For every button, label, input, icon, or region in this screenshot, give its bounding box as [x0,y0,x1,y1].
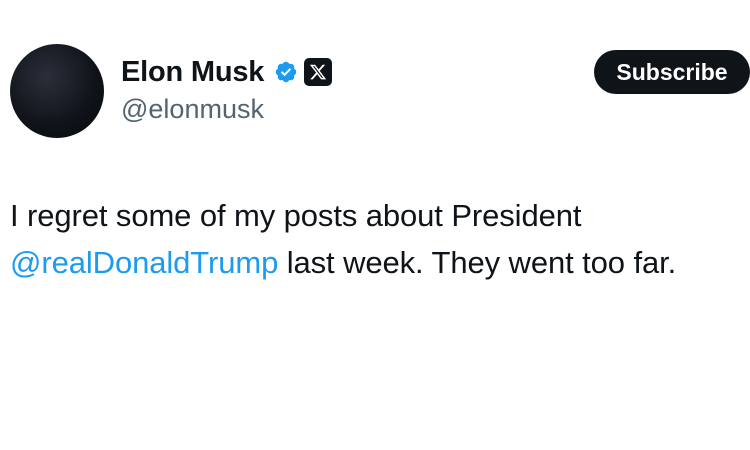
verified-badge-icon[interactable] [274,60,298,84]
author-name-row: Elon Musk [121,52,333,92]
post-text: I regret some of my posts about Presiden… [10,192,735,286]
post-text-part1: I regret some of my posts about Presiden… [10,198,582,233]
subscribe-button[interactable]: Subscribe [594,50,750,94]
mention-link[interactable]: @realDonaldTrump [10,245,278,280]
avatar[interactable] [10,44,104,138]
author-handle[interactable]: @elonmusk [121,94,264,125]
x-logo-icon [304,58,333,86]
post-text-part2: last week. They went too far. [278,245,677,280]
author-display-name[interactable]: Elon Musk [121,56,264,89]
post-card: Elon Musk @elonmusk Subscribe I regret s… [0,0,750,450]
